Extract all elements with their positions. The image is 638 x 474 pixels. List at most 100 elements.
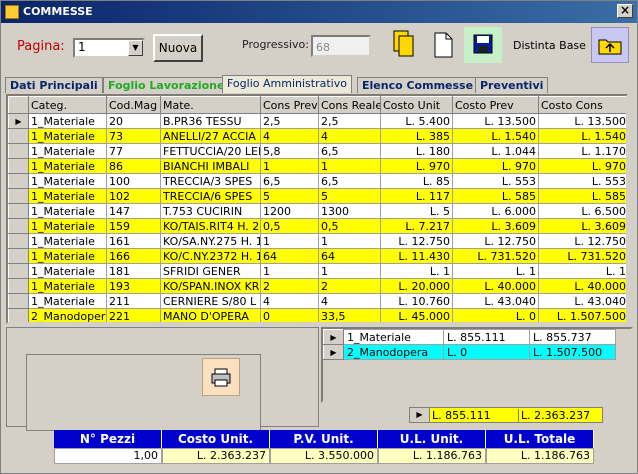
cell-categ[interactable]: 1_Materiale: [28, 218, 107, 234]
cell-costo-cons[interactable]: L. 3.609: [538, 218, 626, 234]
cell-costo-cons[interactable]: L. 6.500: [538, 203, 626, 219]
cell-costo-unit[interactable]: L. 117: [380, 188, 453, 204]
cell-cons-prev[interactable]: 4: [260, 128, 319, 144]
value-pv-unit[interactable]: L. 3.550.000: [270, 448, 378, 464]
cell-costo-prev[interactable]: L. 1.044: [452, 143, 539, 159]
cell-cod-mag[interactable]: 161: [106, 233, 161, 249]
summary-row[interactable]: ▶ 1_Materiale L. 855.111 L. 855.737: [323, 329, 616, 345]
cell-cons-reale[interactable]: 4: [318, 128, 381, 144]
cell-cod-mag[interactable]: 147: [106, 203, 161, 219]
cell-mate[interactable]: TRECCIA/3 SPES: [160, 173, 261, 189]
cell-mate[interactable]: FETTUCCIA/20 LEI: [160, 143, 261, 159]
cell-costo-cons[interactable]: L. 970: [538, 158, 626, 174]
cell-cons-prev[interactable]: 2: [260, 278, 319, 294]
cell-categ[interactable]: 1_Materiale: [28, 158, 107, 174]
tab-foglio-lavorazione[interactable]: Foglio Lavorazione: [103, 77, 230, 93]
cell-cod-mag[interactable]: 166: [106, 248, 161, 264]
cell-mate[interactable]: CERNIERE S/80 L: [160, 293, 261, 309]
cell-costo-cons[interactable]: L. 13.500: [538, 113, 626, 129]
cell-cod-mag[interactable]: 77: [106, 143, 161, 159]
totals-row[interactable]: ▶ L. 855.111 L. 2.363.237: [409, 407, 603, 423]
table-row[interactable]: 1_Materiale 161 KO/SA.NY.275 H. 1 1 1 L. 12.7…: [8, 233, 626, 249]
cell-cod-mag[interactable]: 193: [106, 278, 161, 294]
progressivo-field[interactable]: 68: [311, 35, 371, 57]
cell-costo-cons[interactable]: L. 1.507.500: [538, 308, 626, 322]
table-row[interactable]: 1_Materiale 77 FETTUCCIA/20 LEI 5,8 6,5 L. 18…: [8, 143, 626, 159]
cell-cons-reale[interactable]: 2: [318, 278, 381, 294]
cell-categ[interactable]: 1_Materiale: [28, 143, 107, 159]
cell-mate[interactable]: MANO D'OPERA: [160, 308, 261, 322]
chevron-down-icon[interactable]: ▼: [128, 40, 143, 56]
cell-costo-unit[interactable]: L. 20.000: [380, 278, 453, 294]
cell-cons-prev[interactable]: 1200: [260, 203, 319, 219]
table-row[interactable]: 1_Materiale 181 SFRIDI GENER 1 1 L. 1 L. 1 L. 1: [8, 263, 626, 279]
cell-costo-cons[interactable]: L. 731.520: [538, 248, 626, 264]
tab-foglio-amministrativo[interactable]: Foglio Amministrativo: [222, 75, 352, 93]
col-header[interactable]: Mate.: [160, 96, 261, 114]
cell-mate[interactable]: B.PR36 TESSU: [160, 113, 261, 129]
cell-costo-unit[interactable]: L. 1: [380, 263, 453, 279]
new-document-icon[interactable]: [426, 27, 460, 63]
table-row[interactable]: 1_Materiale 102 TRECCIA/6 SPES 5 5 L. 117 L. 5…: [8, 188, 626, 204]
row-selector[interactable]: ▶: [410, 408, 430, 422]
table-row[interactable]: 1_Materiale 147 T.753 CUCIRIN 1200 1300 L. 5L…: [8, 203, 626, 219]
table-row[interactable]: 2_Manodopera 221 MANO D'OPERA 0 33,5 L. 45.00…: [8, 308, 626, 322]
table-row[interactable]: 1_Materiale 193 KO/SPAN.INOX KR 2 2 L. 20.000…: [8, 278, 626, 294]
cell-costo-prev[interactable]: L. 731.520: [452, 248, 539, 264]
cell-mate[interactable]: KO/SA.NY.275 H. 1: [160, 233, 261, 249]
row-selector[interactable]: [8, 308, 29, 322]
cell-costo-prev[interactable]: L. 12.750: [452, 233, 539, 249]
row-selector[interactable]: [8, 173, 29, 189]
cell-categ[interactable]: 1_Materiale: [28, 203, 107, 219]
copy-icon[interactable]: [388, 27, 422, 63]
cell-costo-unit[interactable]: L. 7.217: [380, 218, 453, 234]
cell-cons-reale[interactable]: 6,5: [318, 143, 381, 159]
cell-cons-prev[interactable]: 1: [260, 263, 319, 279]
cell-costo-unit[interactable]: L. 970: [380, 158, 453, 174]
cell-mate[interactable]: TRECCIA/6 SPES: [160, 188, 261, 204]
row-selector[interactable]: [8, 218, 29, 234]
cell-cons-prev[interactable]: 2,5: [260, 113, 319, 129]
cell-cons-prev[interactable]: 6,5: [260, 173, 319, 189]
cell-categ[interactable]: 1_Materiale: [28, 248, 107, 264]
row-selector[interactable]: ▶: [323, 329, 344, 345]
row-selector[interactable]: [8, 248, 29, 264]
cell-costo-unit[interactable]: L. 385: [380, 128, 453, 144]
cell-mate[interactable]: KO/SPAN.INOX KR: [160, 278, 261, 294]
cell-cod-mag[interactable]: 159: [106, 218, 161, 234]
row-selector[interactable]: [8, 203, 29, 219]
cell-costo-cons[interactable]: L. 43.040: [538, 293, 626, 309]
table-row[interactable]: 1_Materiale 166 KO/C.NY.2372 H. 1 64 64 L. 11…: [8, 248, 626, 264]
pagina-select[interactable]: 1 ▼: [73, 38, 145, 58]
cell-cod-mag[interactable]: 100: [106, 173, 161, 189]
cell-cons-reale[interactable]: 1300: [318, 203, 381, 219]
cell-mate[interactable]: KO/C.NY.2372 H. 1: [160, 248, 261, 264]
tab-preventivi[interactable]: Preventivi: [475, 77, 549, 93]
cell-cod-mag[interactable]: 86: [106, 158, 161, 174]
cell-costo-prev[interactable]: L. 43.040: [452, 293, 539, 309]
cell-costo-cons[interactable]: L. 1.540: [538, 128, 626, 144]
cell-cons-reale[interactable]: 1: [318, 263, 381, 279]
cell-categ[interactable]: 2_Manodopera: [28, 308, 107, 322]
cell-costo-prev[interactable]: L. 553: [452, 173, 539, 189]
cell-cons-reale[interactable]: 64: [318, 248, 381, 264]
cell-cod-mag[interactable]: 211: [106, 293, 161, 309]
cell-cons-prev[interactable]: 5: [260, 188, 319, 204]
row-selector[interactable]: ▶: [323, 344, 344, 360]
cell-cons-reale[interactable]: 4: [318, 293, 381, 309]
summary-row[interactable]: ▶ 2_Manodopera L. 0 L. 1.507.500: [323, 344, 616, 360]
cell-costo-unit[interactable]: L. 5: [380, 203, 453, 219]
cell-costo-prev[interactable]: L. 13.500: [452, 113, 539, 129]
cell-costo-unit[interactable]: L. 10.760: [380, 293, 453, 309]
table-row[interactable]: 1_Materiale 86 BIANCHI IMBALI 1 1 L. 970 L. 97…: [8, 158, 626, 174]
cell-cons-reale[interactable]: 1: [318, 233, 381, 249]
cell-categ[interactable]: 1_Materiale: [28, 233, 107, 249]
col-header[interactable]: Costo Cons: [538, 96, 626, 114]
cell-costo-prev[interactable]: L. 6.000: [452, 203, 539, 219]
cell-costo-unit[interactable]: L. 12.750: [380, 233, 453, 249]
row-selector[interactable]: [8, 293, 29, 309]
table-row[interactable]: 1_Materiale 73 ANELLI/27 ACCIA 4 4 L. 385 L. 1…: [8, 128, 626, 144]
cell-costo-prev[interactable]: L. 585: [452, 188, 539, 204]
cell-cod-mag[interactable]: 20: [106, 113, 161, 129]
cell-cons-reale[interactable]: 33,5: [318, 308, 381, 322]
